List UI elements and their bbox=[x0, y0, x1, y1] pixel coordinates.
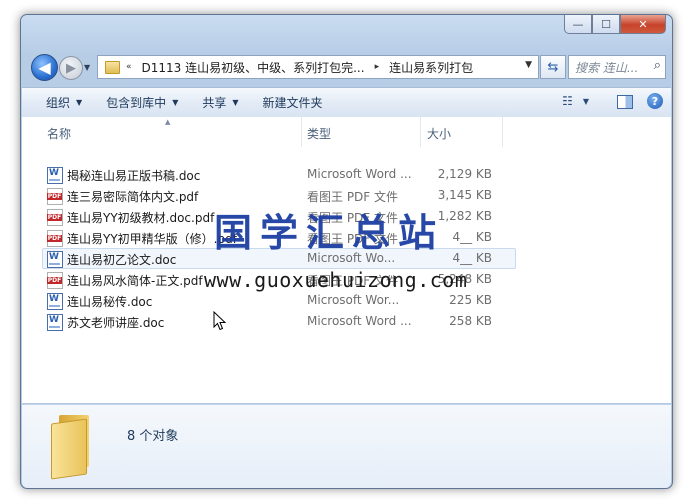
word-doc-icon bbox=[47, 314, 63, 331]
folder-icon bbox=[105, 60, 120, 74]
pdf-badge: PDF bbox=[47, 214, 62, 221]
address-dropdown-icon[interactable]: ▼ bbox=[525, 60, 532, 70]
share-button[interactable]: 共享 ▼ bbox=[202, 94, 238, 111]
pdf-icon: PDF bbox=[47, 230, 63, 247]
organize-label: 组织 bbox=[46, 96, 71, 110]
file-name: 连山易YY初级教材.doc.pdf bbox=[67, 211, 215, 225]
breadcrumb-current-folder[interactable]: 连山易系列打包 bbox=[389, 59, 473, 76]
close-button[interactable]: ✕ bbox=[620, 15, 666, 34]
breadcrumb-parent-folder[interactable]: D1113 连山易初级、中级、系列打包完... bbox=[142, 59, 365, 76]
file-name: 苏文老师讲座.doc bbox=[67, 316, 165, 330]
file-list: ▲ 名称 类型 大小 揭秘连山易正版书稿.doc Microsoft Word … bbox=[22, 117, 671, 403]
column-headers: ▲ 名称 类型 大小 bbox=[22, 117, 671, 147]
maximize-button[interactable]: ☐ bbox=[592, 15, 620, 34]
sort-ascending-icon: ▲ bbox=[165, 118, 171, 126]
column-divider[interactable] bbox=[502, 117, 503, 147]
caption-buttons: — ☐ ✕ bbox=[564, 15, 666, 34]
pdf-badge: PDF bbox=[47, 235, 62, 242]
organize-button[interactable]: 组织 ▼ bbox=[46, 94, 82, 111]
column-divider[interactable] bbox=[301, 117, 302, 147]
watermark-title: 国学汇总站 bbox=[214, 211, 445, 255]
file-type: Microsoft Wor... bbox=[307, 293, 400, 307]
view-list-icon: ☷ bbox=[562, 94, 573, 108]
preview-pane-icon[interactable] bbox=[617, 95, 633, 109]
folder-icon bbox=[51, 415, 91, 480]
back-button[interactable]: ◀ bbox=[31, 54, 58, 81]
navigation-bar: ◀ ▶ ▼ « D1113 连山易初级、中级、系列打包完... ▸ 连山易系列打… bbox=[27, 52, 667, 82]
new-folder-button[interactable]: 新建文件夹 bbox=[263, 94, 323, 111]
pdf-badge: PDF bbox=[47, 277, 62, 284]
include-in-library-button[interactable]: 包含到库中 ▼ bbox=[106, 94, 178, 111]
file-size: 2,129 KB bbox=[437, 167, 492, 181]
search-input[interactable]: 搜索 连山... bbox=[575, 59, 645, 76]
column-header-size[interactable]: 大小 bbox=[427, 125, 451, 142]
pdf-icon: PDF bbox=[47, 272, 63, 289]
column-header-name[interactable]: 名称 bbox=[47, 125, 71, 142]
watermark-url: www.guoxuehuizong.com bbox=[204, 268, 468, 292]
file-name: 连山易YY初甲精华版（修）.pdf bbox=[67, 232, 237, 246]
word-doc-icon bbox=[47, 293, 63, 310]
word-doc-icon bbox=[47, 251, 63, 268]
new-folder-label: 新建文件夹 bbox=[262, 96, 323, 110]
table-row[interactable]: 苏文老师讲座.doc Microsoft Word ... 258 KB bbox=[22, 311, 671, 332]
pdf-icon: PDF bbox=[47, 188, 63, 205]
change-view-button[interactable]: ☷ ▼ bbox=[562, 94, 589, 108]
table-row[interactable]: 揭秘连山易正版书稿.doc Microsoft Word ... 2,129 K… bbox=[22, 164, 671, 185]
item-count: 8 个对象 bbox=[127, 429, 179, 444]
include-in-library-label: 包含到库中 bbox=[106, 96, 167, 110]
search-box[interactable]: 搜索 连山... ⌕ bbox=[568, 55, 666, 79]
chevron-down-icon: ▼ bbox=[172, 98, 179, 107]
column-header-type[interactable]: 类型 bbox=[307, 125, 331, 142]
pdf-icon: PDF bbox=[47, 209, 63, 226]
help-button[interactable]: ? bbox=[647, 93, 663, 109]
minimize-button[interactable]: — bbox=[564, 15, 592, 34]
file-name: 连山易秘传.doc bbox=[67, 295, 153, 309]
address-bar[interactable]: « D1113 连山易初级、中级、系列打包完... ▸ 连山易系列打包 ▼ bbox=[97, 55, 539, 79]
column-divider[interactable] bbox=[420, 117, 421, 147]
refresh-button[interactable]: ⇆ bbox=[540, 55, 566, 79]
forward-button[interactable]: ▶ bbox=[59, 56, 83, 80]
file-name: 揭秘连山易正版书稿.doc bbox=[67, 169, 201, 183]
file-size: 258 KB bbox=[449, 314, 492, 328]
chevron-down-icon: ▼ bbox=[76, 98, 83, 107]
search-icon: ⌕ bbox=[653, 58, 661, 73]
share-label: 共享 bbox=[202, 96, 227, 110]
breadcrumb-overflow[interactable]: « bbox=[126, 62, 132, 72]
file-name: 连山易初乙论文.doc bbox=[67, 253, 177, 267]
file-name: 连山易风水简体-正文.pdf bbox=[67, 274, 203, 288]
file-size: 225 KB bbox=[449, 293, 492, 307]
file-size: 3,145 KB bbox=[437, 188, 492, 202]
recent-pages-dropdown-icon[interactable]: ▼ bbox=[84, 63, 90, 72]
pdf-badge: PDF bbox=[47, 193, 62, 200]
chevron-down-icon: ▼ bbox=[232, 98, 239, 107]
breadcrumb-separator[interactable]: ▸ bbox=[375, 62, 380, 72]
table-row[interactable]: 连山易秘传.doc Microsoft Wor... 225 KB bbox=[22, 290, 671, 311]
word-doc-icon bbox=[47, 167, 63, 184]
chevron-down-icon: ▼ bbox=[582, 96, 589, 106]
command-bar: 组织 ▼ 包含到库中 ▼ 共享 ▼ 新建文件夹 ☷ ▼ ? bbox=[22, 87, 671, 118]
details-pane: 8 个对象 bbox=[22, 404, 671, 488]
file-name: 连三易密际简体内文.pdf bbox=[67, 190, 199, 204]
